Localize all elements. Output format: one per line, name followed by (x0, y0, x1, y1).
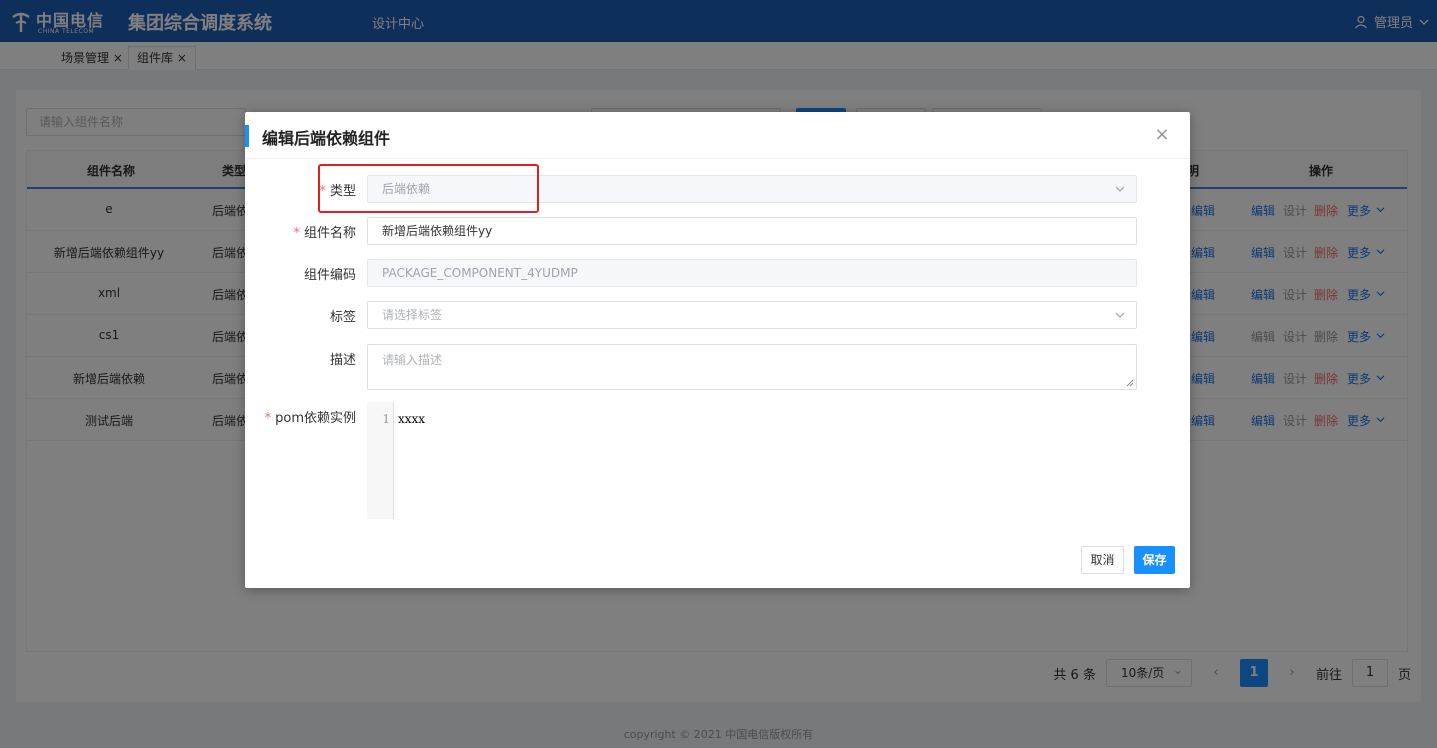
dialog-header: 编辑后端依赖组件 × (245, 112, 1190, 159)
component-name-input[interactable]: 新增后端依赖组件yy (367, 217, 1137, 245)
tags-placeholder: 请选择标签 (382, 308, 443, 322)
name-label: * 组件名称 (293, 222, 356, 241)
cancel-button[interactable]: 取消 (1081, 546, 1124, 574)
dialog-title: 编辑后端依赖组件 (262, 129, 391, 148)
chevron-down-icon (1115, 186, 1125, 192)
name-label-text: 组件名称 (303, 226, 356, 241)
resize-handle-icon[interactable] (1126, 379, 1134, 387)
required-mark: * (293, 226, 300, 241)
line-number-gutter: 1 (367, 402, 394, 519)
pom-code-editor[interactable]: 1 xxxx (367, 402, 1137, 519)
component-code-input[interactable]: PACKAGE_COMPONENT_4YUDMP (367, 259, 1137, 287)
line-number: 1 (382, 412, 390, 426)
description-textarea[interactable]: 请输入描述 (367, 344, 1137, 390)
highlight-box (318, 164, 539, 213)
desc-label: 描述 (329, 353, 356, 368)
close-icon[interactable]: × (1152, 125, 1172, 145)
chevron-down-icon (1115, 312, 1125, 318)
pom-label-text: pom依赖实例 (275, 411, 356, 426)
tags-select[interactable]: 请选择标签 (367, 301, 1137, 329)
save-button[interactable]: 保存 (1134, 546, 1175, 574)
edit-backend-dependency-dialog: 编辑后端依赖组件 × * 类型 后端依赖 * 组件名称 新增后端依赖组件yy 组件编… (245, 112, 1190, 588)
desc-placeholder: 请输入描述 (382, 353, 443, 367)
code-label: 组件编码 (303, 268, 356, 283)
tags-label: 标签 (329, 310, 356, 325)
required-mark: * (264, 411, 272, 426)
pom-label: * pom依赖实例 (265, 407, 356, 426)
code-line: xxxx (398, 412, 426, 426)
title-accent-bar (245, 125, 249, 147)
